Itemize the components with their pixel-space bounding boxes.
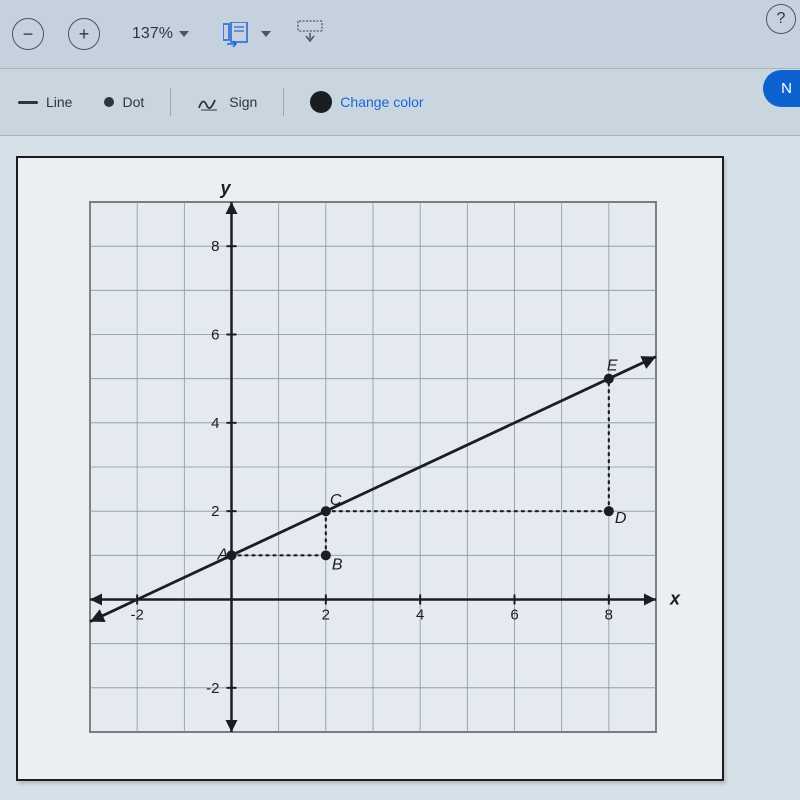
change-color-tool[interactable]: Change color [304,87,429,117]
chevron-down-icon [179,31,189,37]
zoom-out-button[interactable]: − [12,18,44,50]
keyboard-button[interactable] [295,19,325,50]
line-icon [18,101,38,104]
content-area: -2 2 4 6 8 -2 2 4 6 8 x y A B C D E [0,136,800,797]
svg-text:6: 6 [510,607,518,624]
zoom-in-button[interactable]: + [68,18,100,50]
svg-text:E: E [607,358,618,375]
dot-label: Dot [122,94,144,110]
line-tool[interactable]: Line [12,90,78,114]
svg-text:-2: -2 [206,680,219,697]
graph-frame: -2 2 4 6 8 -2 2 4 6 8 x y A B C D E [16,156,724,781]
zoom-value: 137% [132,25,173,43]
dot-icon [104,97,114,107]
svg-text:2: 2 [211,503,219,520]
svg-text:y: y [219,178,231,198]
svg-text:C: C [330,492,342,509]
color-swatch-icon [310,91,332,113]
next-label: N [781,80,792,97]
separator [283,88,284,116]
change-color-label: Change color [340,94,423,110]
svg-text:8: 8 [605,607,613,624]
svg-text:-2: -2 [130,607,143,624]
top-toolbar: − + 137% [0,0,800,69]
tool-toolbar: Line Dot Sign Change color [0,69,800,136]
svg-text:x: x [669,589,681,609]
sign-label: Sign [229,94,257,110]
chevron-down-icon[interactable] [261,31,271,37]
line-label: Line [46,94,72,110]
help-button[interactable]: ? [766,4,796,34]
next-button[interactable]: N [763,70,800,107]
reading-mode-button[interactable] [223,22,251,46]
dot-tool[interactable]: Dot [98,90,150,114]
svg-text:A: A [217,546,229,563]
svg-text:2: 2 [322,607,330,624]
sign-icon [197,92,221,112]
zoom-dropdown[interactable]: 137% [124,25,189,43]
separator [170,88,171,116]
svg-text:8: 8 [211,238,219,255]
coordinate-graph: -2 2 4 6 8 -2 2 4 6 8 x y A B C D E [30,172,686,762]
svg-text:6: 6 [211,327,219,344]
sign-tool[interactable]: Sign [191,88,263,116]
svg-text:4: 4 [416,607,424,624]
svg-text:B: B [332,556,343,573]
svg-text:4: 4 [211,415,219,432]
svg-text:D: D [615,510,627,527]
